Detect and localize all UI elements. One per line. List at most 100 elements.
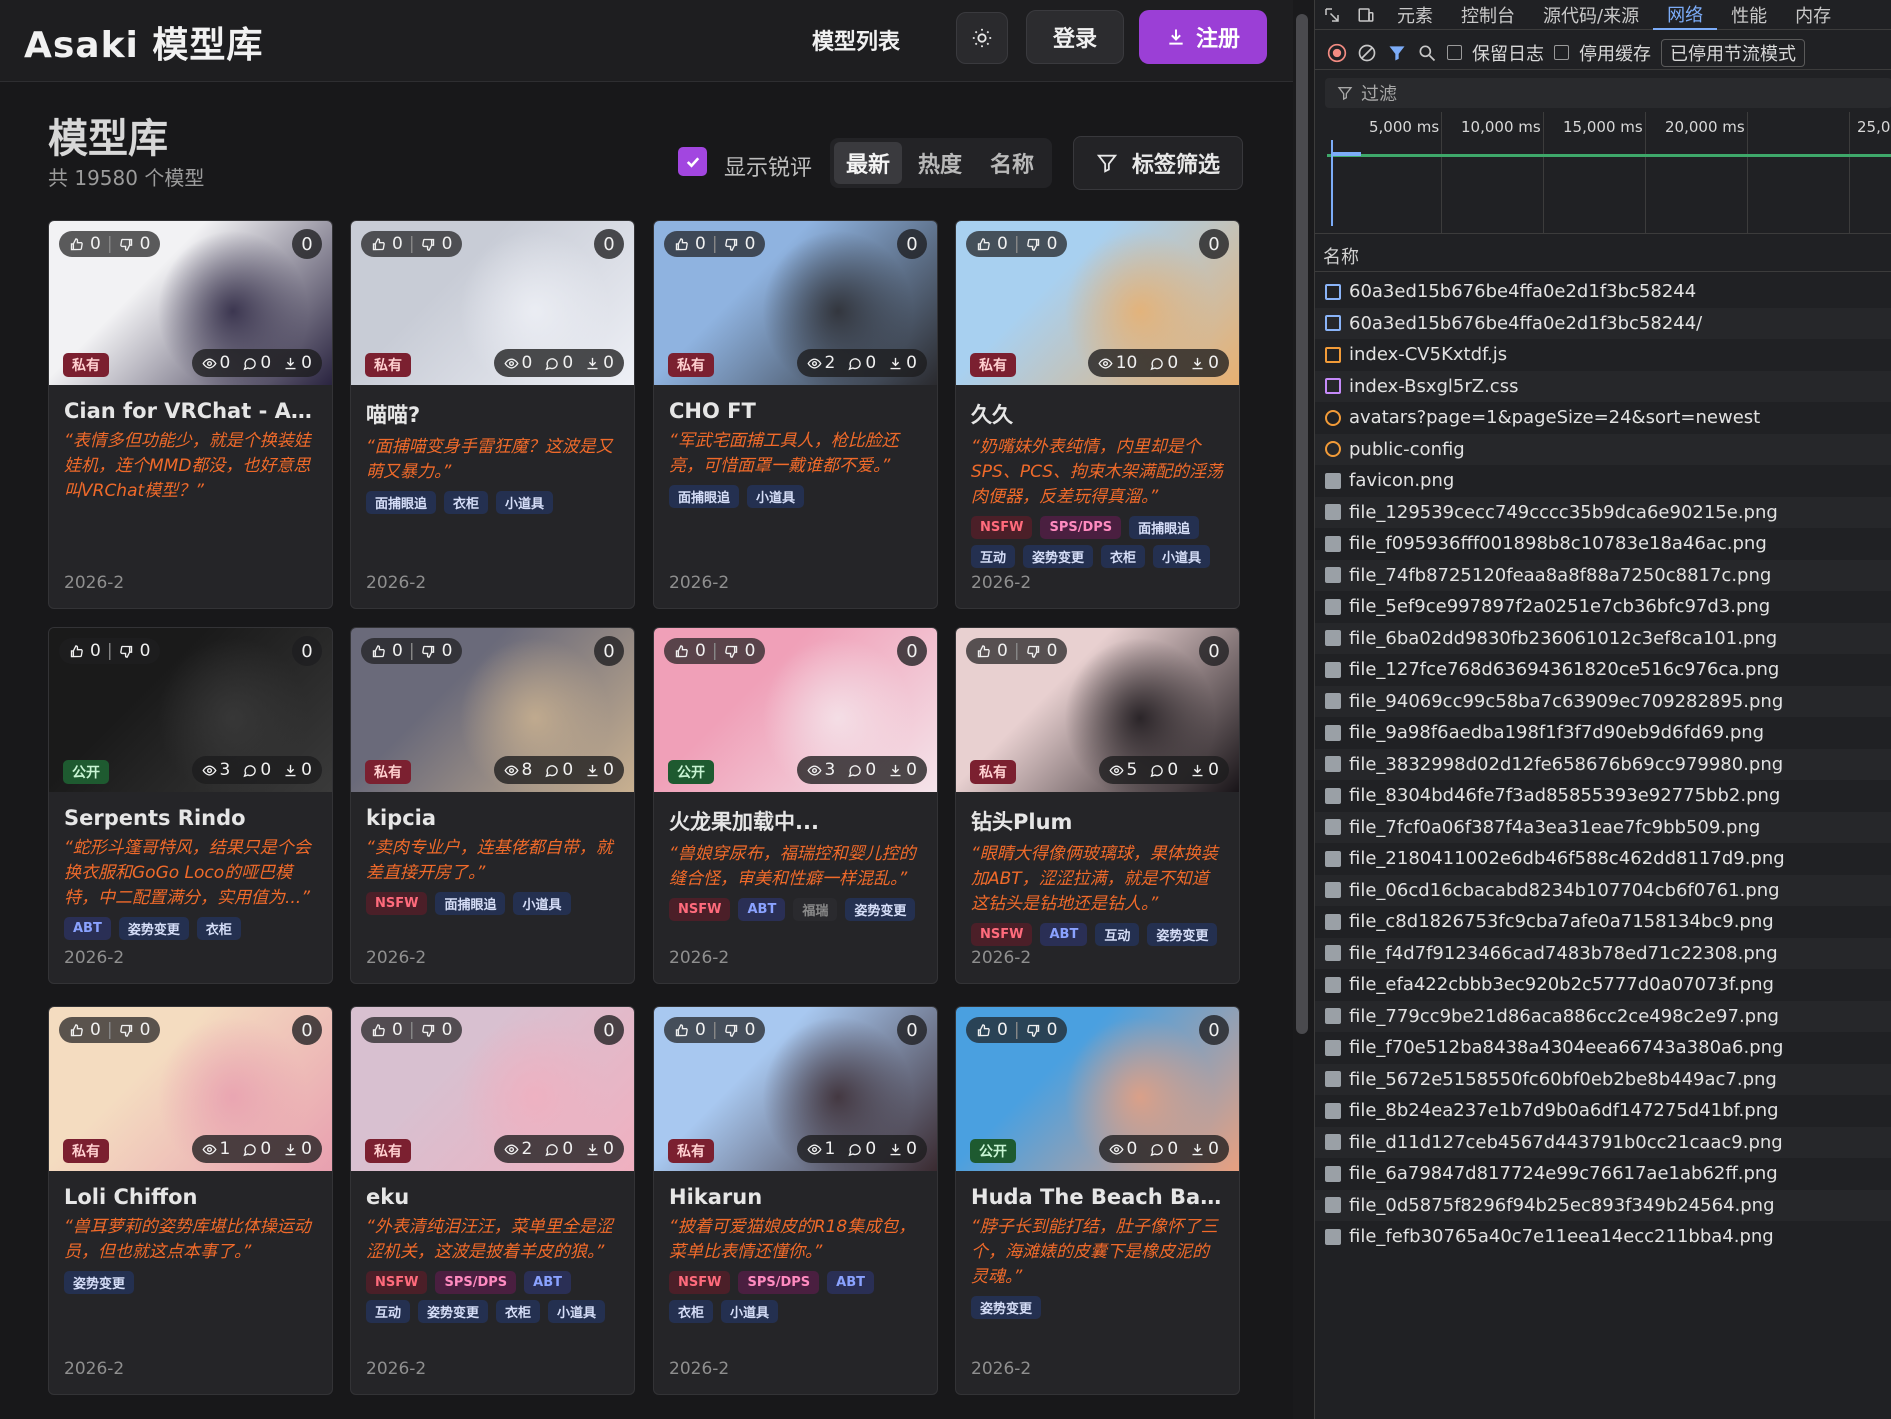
sort-popularity[interactable]: 热度 — [906, 142, 974, 184]
tag-chip[interactable]: 衣柜 — [496, 1300, 541, 1323]
tag-chip[interactable]: NSFW — [366, 1271, 428, 1294]
preserve-log-checkbox[interactable] — [1447, 45, 1462, 60]
device-toolbar-icon[interactable] — [1349, 0, 1383, 30]
request-row[interactable]: file_94069cc99c58ba7c63909ec709282895.pn… — [1315, 685, 1891, 717]
sort-name[interactable]: 名称 — [978, 142, 1046, 184]
tag-chip[interactable]: 小道具 — [721, 1300, 779, 1323]
show-opinion-checkbox[interactable] — [678, 147, 707, 176]
tab-elements[interactable]: 元素 — [1383, 0, 1447, 30]
model-card[interactable]: 0 | 0 0 公开 3 0 0 火龙果加载中... “兽娘穿尿布，福瑞控和婴儿… — [653, 627, 938, 984]
tag-chip[interactable]: SPS/DPS — [435, 1271, 517, 1294]
request-row[interactable]: file_5ef9ce997897f2a0251e7cb36bfc97d3.pn… — [1315, 591, 1891, 623]
model-thumbnail[interactable]: 0 | 0 0 私有 1 0 0 — [654, 1007, 937, 1171]
filter-funnel-icon[interactable] — [1387, 43, 1407, 63]
record-stop-icon[interactable] — [1327, 43, 1347, 63]
request-row[interactable]: file_8b24ea237e1b7d9b0a6df147275d41bf.pn… — [1315, 1095, 1891, 1127]
tag-chip[interactable]: 面捕眼追 — [1129, 516, 1200, 539]
inspect-icon[interactable] — [1315, 0, 1349, 30]
tag-chip[interactable]: 衣柜 — [1101, 545, 1146, 568]
model-title[interactable]: eku — [366, 1185, 619, 1209]
throttle-select[interactable]: 已停用节流模式 — [1661, 38, 1805, 67]
tag-chip[interactable]: ABT — [738, 898, 786, 921]
clear-icon[interactable] — [1357, 43, 1377, 63]
tag-chip[interactable]: 姿势变更 — [418, 1300, 489, 1323]
request-row[interactable]: file_c8d1826753fc9cba7afe0a7158134bc9.pn… — [1315, 906, 1891, 938]
request-row[interactable]: file_7fcf0a06f387f4a3ea31eae7fc9bb509.pn… — [1315, 811, 1891, 843]
tag-chip[interactable]: NSFW — [971, 923, 1033, 946]
tag-chip[interactable]: NSFW — [971, 516, 1033, 539]
model-card[interactable]: 0 | 0 0 私有 2 0 0 CHO FT “军武宅面捕工具人，枪比脸还亮，… — [653, 220, 938, 609]
tag-chip[interactable]: 姿势变更 — [1023, 545, 1094, 568]
vote-pill[interactable]: 0 | 0 — [361, 638, 463, 664]
model-card[interactable]: 0 | 0 0 私有 0 0 0 喵喵? “面捕喵变身手雷狂魔？这波是又萌又暴力… — [350, 220, 635, 609]
model-thumbnail[interactable]: 0 | 0 0 私有 0 0 0 — [49, 221, 332, 385]
brand-logo[interactable]: Asaki 模型库 — [24, 16, 263, 68]
register-button[interactable]: 注册 — [1139, 10, 1267, 64]
request-row[interactable]: file_fefb30765a40c7e11eea14ecc211bba4.pn… — [1315, 1221, 1891, 1253]
network-filter-input[interactable]: 过滤 — [1325, 78, 1891, 108]
tag-chip[interactable]: 姿势变更 — [118, 917, 189, 940]
request-row[interactable]: file_779cc9be21d86aca886cc2ce498c2e97.pn… — [1315, 1000, 1891, 1032]
model-card[interactable]: 0 | 0 0 公开 0 0 0 Huda The Beach Baddie..… — [955, 1006, 1240, 1395]
tag-chip[interactable]: NSFW — [669, 1271, 731, 1294]
sort-newest[interactable]: 最新 — [834, 142, 903, 184]
model-card[interactable]: 0 | 0 0 公开 3 0 0 Serpents Rindo “蛇形斗篷哥特风… — [48, 627, 333, 984]
request-row[interactable]: file_0d5875f8296f94b25ec893f349b24564.pn… — [1315, 1189, 1891, 1221]
show-opinion-label[interactable]: 显示锐评 — [724, 150, 812, 182]
model-thumbnail[interactable]: 0 | 0 0 私有 2 0 0 — [351, 1007, 634, 1171]
request-row[interactable]: index-Bsxgl5rZ.css — [1315, 370, 1891, 402]
tab-console[interactable]: 控制台 — [1447, 0, 1529, 30]
model-thumbnail[interactable]: 0 | 0 0 私有 8 0 0 — [351, 628, 634, 792]
tab-performance[interactable]: 性能 — [1717, 0, 1781, 30]
network-timeline[interactable]: 5,000 ms 10,000 ms 15,000 ms 20,000 ms 2… — [1315, 112, 1891, 234]
request-row[interactable]: file_6a79847d817724e99c76617ae1ab62ff.pn… — [1315, 1158, 1891, 1190]
tag-chip[interactable]: 衣柜 — [444, 491, 489, 514]
model-title[interactable]: 喵喵? — [366, 399, 619, 429]
model-card[interactable]: 0 | 0 0 私有 1 0 0 Hikarun “披着可爱猫娘皮的R18集成包… — [653, 1006, 938, 1395]
tag-chip[interactable]: ABT — [827, 1271, 874, 1294]
model-thumbnail[interactable]: 0 | 0 0 公开 3 0 0 — [49, 628, 332, 792]
request-row[interactable]: file_74fb8725120feaa8a8f88a7250c8817c.pn… — [1315, 559, 1891, 591]
tag-chip[interactable]: 姿势变更 — [64, 1271, 135, 1294]
tag-chip[interactable]: 面捕眼追 — [669, 485, 740, 508]
model-thumbnail[interactable]: 0 | 0 0 私有 0 0 0 — [351, 221, 634, 385]
tag-chip[interactable]: 小道具 — [548, 1300, 606, 1323]
model-card[interactable]: 0 | 0 0 私有 1 0 0 Loli Chiffon “兽耳萝莉的姿势库堪… — [48, 1006, 333, 1395]
vote-pill[interactable]: 0 | 0 — [966, 1017, 1068, 1043]
model-card[interactable]: 0 | 0 0 私有 8 0 0 kipcia “卖肉专业户，连基佬都自带，就差… — [350, 627, 635, 984]
model-card[interactable]: 0 | 0 0 私有 0 0 0 Cian for VRChat - Anoth… — [48, 220, 333, 609]
tag-chip[interactable]: 小道具 — [747, 485, 805, 508]
search-icon[interactable] — [1417, 43, 1437, 63]
tag-chip[interactable]: NSFW — [669, 898, 731, 921]
model-title[interactable]: CHO FT — [669, 399, 922, 423]
model-card[interactable]: 0 | 0 0 私有 2 0 0 eku “外表清纯泪汪汪，菜单里全是涩涩机关，… — [350, 1006, 635, 1395]
request-row[interactable]: file_6ba02dd9830fb236061012c3ef8ca101.pn… — [1315, 622, 1891, 654]
request-row[interactable]: file_f095936fff001898b8c10783e18a46ac.pn… — [1315, 528, 1891, 560]
request-row[interactable]: file_9a98f6aedba198f1f3f7d90eb9d6fd69.pn… — [1315, 717, 1891, 749]
model-title[interactable]: Hikarun — [669, 1185, 922, 1209]
tag-chip[interactable]: ABT — [1040, 923, 1088, 946]
tag-chip[interactable]: 互动 — [1095, 923, 1140, 946]
tag-chip[interactable]: SPS/DPS — [738, 1271, 820, 1294]
tag-chip[interactable]: 姿势变更 — [971, 1296, 1042, 1319]
tag-chip[interactable]: SPS/DPS — [1040, 516, 1122, 539]
tag-filter-button[interactable]: 标签筛选 — [1073, 136, 1243, 190]
vote-pill[interactable]: 0 | 0 — [664, 638, 766, 664]
tag-chip[interactable]: 衣柜 — [669, 1300, 714, 1323]
tag-chip[interactable]: 小道具 — [1153, 545, 1211, 568]
model-title[interactable]: Serpents Rindo — [64, 806, 317, 830]
vote-pill[interactable]: 0 | 0 — [59, 638, 161, 664]
request-row[interactable]: file_f4d7f9123466cad7483b78ed71c22308.pn… — [1315, 937, 1891, 969]
request-row[interactable]: file_f70e512ba8438a4304eea66743a380a6.pn… — [1315, 1032, 1891, 1064]
tag-chip[interactable]: ABT — [64, 917, 111, 940]
model-card[interactable]: 0 | 0 0 私有 10 0 0 久久 “奶嘴妹外表纯情，内里却是个SPS、P… — [955, 220, 1240, 609]
vote-pill[interactable]: 0 | 0 — [361, 1017, 463, 1043]
request-row[interactable]: file_2180411002e6db46f588c462dd8117d9.pn… — [1315, 843, 1891, 875]
tag-chip[interactable]: 面捕眼追 — [366, 491, 437, 514]
request-row[interactable]: file_127fce768d63694361820ce516c976ca.pn… — [1315, 654, 1891, 686]
login-button[interactable]: 登录 — [1026, 10, 1124, 64]
tag-chip[interactable]: NSFW — [366, 892, 428, 915]
tag-chip[interactable]: ABT — [524, 1271, 571, 1294]
tag-chip[interactable]: 姿势变更 — [1147, 923, 1218, 946]
vote-pill[interactable]: 0 | 0 — [361, 231, 463, 257]
